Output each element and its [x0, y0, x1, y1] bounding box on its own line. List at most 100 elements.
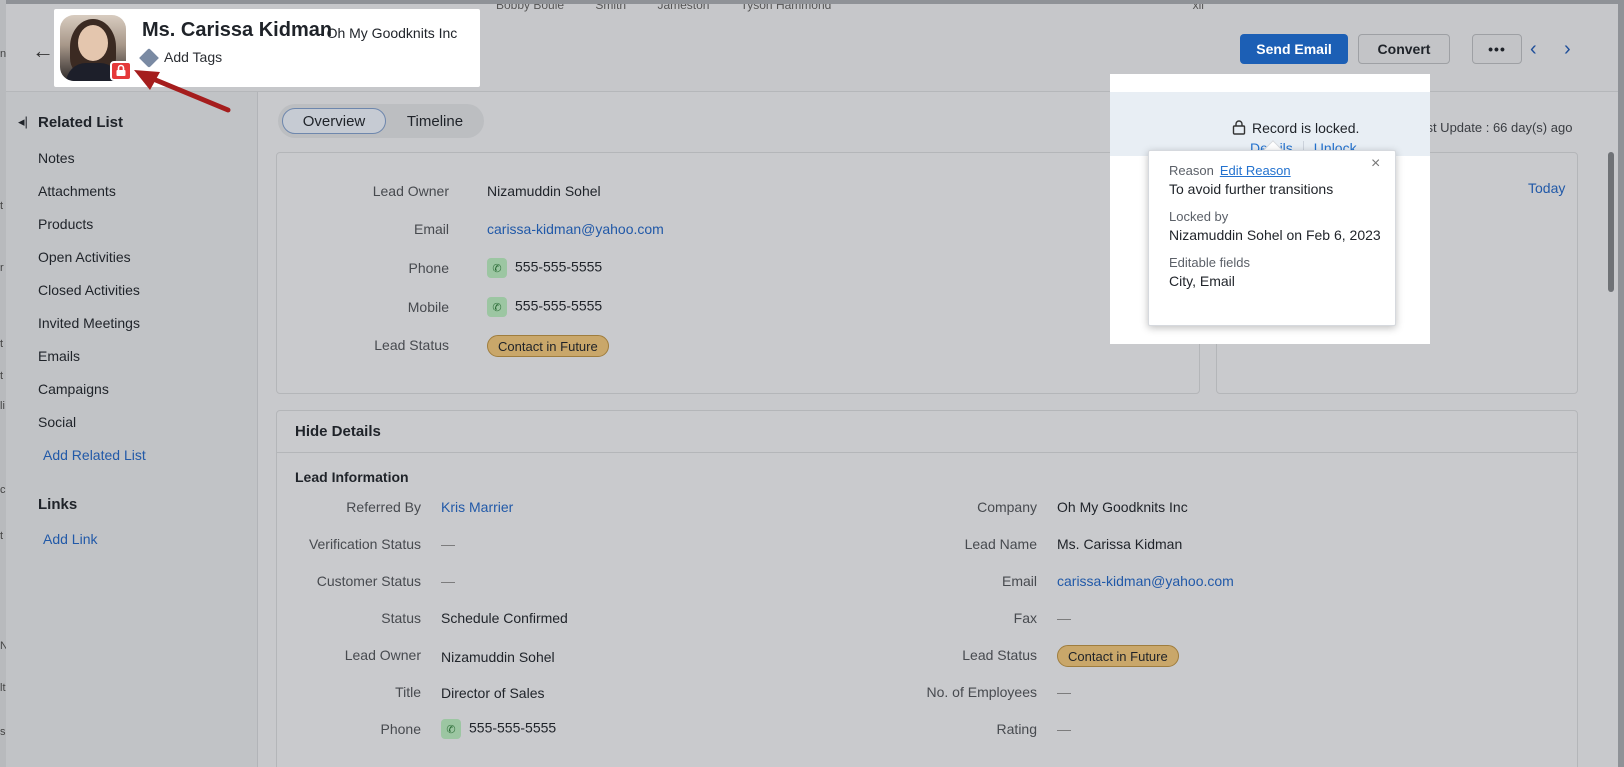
status-badge: Contact in Future: [1057, 645, 1179, 667]
sidebar-item-campaigns[interactable]: Campaigns: [38, 381, 109, 397]
previous-record-icon[interactable]: ‹: [1530, 38, 1537, 61]
company-value[interactable]: Oh My Goodknits Inc: [1057, 499, 1188, 515]
top-record-strip: Bobby Boule Smith Jameston Tyson Hammond…: [496, 4, 1232, 12]
reason-label: Reason: [1169, 163, 1214, 178]
edit-reason-link[interactable]: Edit Reason: [1220, 163, 1291, 178]
top-crumb[interactable]: Jameston: [657, 4, 709, 12]
collapse-sidebar-icon[interactable]: ◂|: [18, 114, 28, 130]
status-badge: Contact in Future: [487, 335, 609, 357]
profile-card: Ms. Carissa Kidman - Oh My Goodknits Inc…: [54, 9, 480, 87]
employees-value[interactable]: —: [1057, 684, 1071, 700]
strip-text: t: [0, 530, 4, 542]
top-crumb[interactable]: xll: [1193, 4, 1204, 12]
phone-field[interactable]: ✆ 555-555-5555: [487, 258, 602, 278]
lead-owner-value[interactable]: Nizamuddin Sohel: [441, 649, 555, 665]
strip-text: li: [0, 400, 5, 412]
sidebar-item-invited-meetings[interactable]: Invited Meetings: [38, 315, 140, 331]
tab-timeline[interactable]: Timeline: [390, 108, 480, 134]
email-value[interactable]: carissa-kidman@yahoo.com: [1057, 573, 1234, 589]
padlock-icon: [116, 64, 126, 76]
padlock-icon: [1232, 120, 1246, 135]
convert-button[interactable]: Convert: [1358, 34, 1450, 64]
editable-fields-label: Editable fields: [1169, 255, 1250, 270]
top-crumb[interactable]: Bobby Boule: [496, 4, 564, 12]
today-link[interactable]: Today: [1528, 180, 1565, 196]
strip-text: r: [0, 262, 4, 274]
rating-label: Rating: [996, 721, 1037, 737]
strip-text: t: [0, 200, 4, 212]
phone-icon[interactable]: ✆: [487, 258, 507, 278]
locked-by-value: Nizamuddin Sohel on Feb 6, 2023: [1169, 227, 1381, 243]
locked-by-label: Locked by: [1169, 209, 1229, 224]
phone-label: Phone: [408, 260, 449, 276]
record-company: - Oh My Goodknits Inc: [318, 25, 457, 41]
sidebar-item-products[interactable]: Products: [38, 216, 93, 232]
add-tags-label: Add Tags: [164, 49, 223, 65]
customer-status-label: Customer Status: [316, 573, 421, 589]
lead-status-label: Lead Status: [962, 647, 1037, 663]
fax-value[interactable]: —: [1057, 610, 1071, 626]
sidebar-item-notes[interactable]: Notes: [38, 150, 75, 166]
name-separator: -: [318, 25, 323, 41]
employees-label: No. of Employees: [926, 684, 1038, 700]
phone-value: 555-555-5555: [469, 719, 557, 736]
annotation-arrow-icon: [134, 70, 231, 113]
company-label: Company: [977, 499, 1037, 515]
add-tags-button[interactable]: Add Tags: [139, 48, 223, 69]
verification-status-value[interactable]: —: [441, 536, 455, 552]
phone-icon[interactable]: ✆: [441, 719, 461, 739]
phone-label: Phone: [380, 721, 421, 737]
sidebar-item-social[interactable]: Social: [38, 414, 76, 430]
sidebar-item-open-activities[interactable]: Open Activities: [38, 249, 131, 265]
view-tabs: Overview Timeline: [278, 104, 484, 138]
email-value[interactable]: carissa-kidman@yahoo.com: [487, 221, 664, 237]
customer-status-value[interactable]: —: [441, 573, 455, 589]
top-crumb[interactable]: Smith: [595, 4, 626, 12]
mobile-label: Mobile: [407, 299, 449, 315]
top-crumb[interactable]: Tyson Hammond: [741, 4, 832, 12]
rating-value[interactable]: —: [1057, 721, 1071, 737]
lead-information-title: Lead Information: [295, 469, 409, 485]
related-list-title: Related List: [38, 114, 124, 131]
reason-value: To avoid further transitions: [1169, 181, 1334, 197]
more-actions-button[interactable]: •••: [1472, 34, 1522, 64]
phone-field[interactable]: ✆ 555-555-5555: [441, 719, 556, 739]
title-value[interactable]: Director of Sales: [441, 685, 544, 701]
email-label: Email: [413, 221, 449, 237]
tag-icon: [139, 48, 159, 69]
close-icon[interactable]: ×: [1371, 155, 1380, 173]
lead-status-label: Lead Status: [374, 337, 449, 353]
links-title: Links: [38, 496, 78, 513]
record-name: Ms. Carissa Kidman: [142, 19, 333, 41]
add-link[interactable]: Add Link: [43, 531, 97, 547]
add-related-list-link[interactable]: Add Related List: [43, 447, 146, 463]
related-list-sidebar: ◂| Related List Notes Attachments Produc…: [6, 92, 258, 767]
hide-details-toggle[interactable]: Hide Details: [295, 423, 381, 440]
mobile-value: 555-555-5555: [515, 297, 603, 314]
status-value[interactable]: Schedule Confirmed: [441, 610, 568, 626]
fax-label: Fax: [1013, 610, 1037, 626]
lead-name-value[interactable]: Ms. Carissa Kidman: [1057, 536, 1182, 552]
lock-badge-icon: [110, 61, 132, 81]
mobile-field[interactable]: ✆ 555-555-5555: [487, 297, 602, 317]
lead-owner-value[interactable]: Nizamuddin Sohel: [487, 183, 601, 199]
phone-icon[interactable]: ✆: [487, 297, 507, 317]
send-email-button[interactable]: Send Email: [1240, 34, 1348, 64]
page-scrollbar[interactable]: [1608, 152, 1614, 292]
strip-text: s: [0, 726, 6, 738]
strip-text: t: [0, 370, 4, 382]
next-record-icon[interactable]: ›: [1564, 38, 1571, 61]
title-label: Title: [395, 684, 421, 700]
back-arrow-icon[interactable]: ←: [32, 38, 54, 64]
referred-by-label: Referred By: [346, 499, 421, 515]
sidebar-item-emails[interactable]: Emails: [38, 348, 80, 364]
sidebar-item-attachments[interactable]: Attachments: [38, 183, 116, 199]
tab-overview[interactable]: Overview: [282, 108, 386, 134]
email-label: Email: [1001, 573, 1037, 589]
verification-status-label: Verification Status: [308, 536, 421, 552]
lock-status: Record is locked.: [1232, 120, 1359, 136]
editable-fields-value: City, Email: [1169, 273, 1235, 289]
referred-by-value[interactable]: Kris Marrier: [441, 499, 513, 515]
phone-value: 555-555-5555: [515, 258, 603, 275]
sidebar-item-closed-activities[interactable]: Closed Activities: [38, 282, 140, 298]
